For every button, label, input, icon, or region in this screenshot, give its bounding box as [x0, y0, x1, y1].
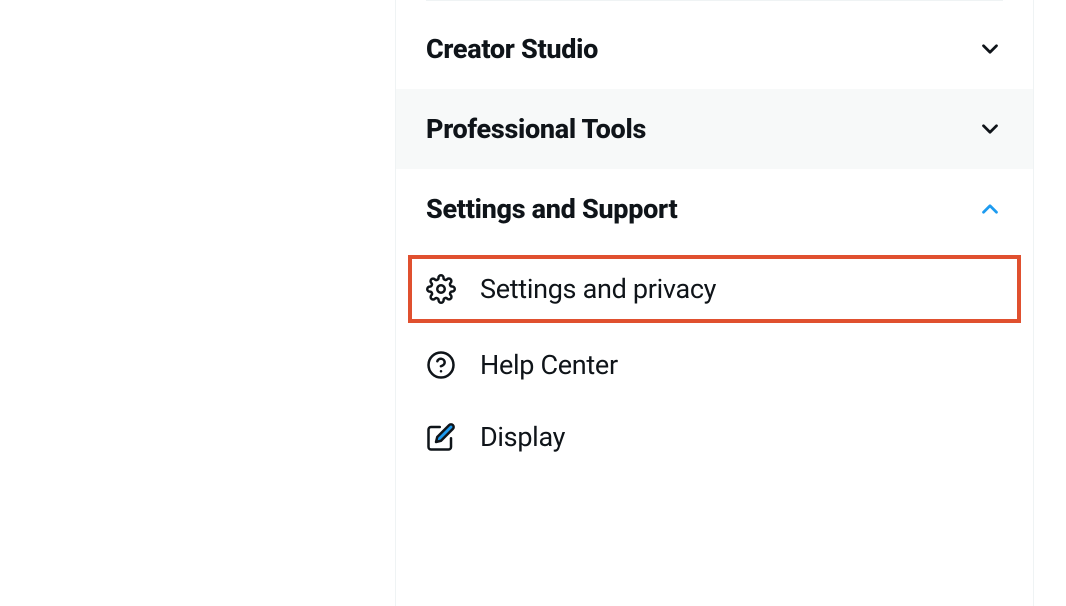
section-title-professional-tools: Professional Tools — [426, 113, 646, 145]
question-icon — [426, 350, 456, 380]
menu-label-display: Display — [480, 421, 565, 453]
menu-item-help-center[interactable]: Help Center — [396, 329, 1033, 401]
section-title-creator-studio: Creator Studio — [426, 33, 598, 65]
gear-icon — [426, 274, 456, 304]
section-title-settings-support: Settings and Support — [426, 193, 677, 225]
settings-menu-panel: Creator Studio Professional Tools Settin… — [395, 0, 1034, 606]
chevron-up-icon — [977, 196, 1003, 222]
menu-label-settings-privacy: Settings and privacy — [480, 273, 716, 305]
divider — [426, 0, 1003, 1]
chevron-down-icon — [977, 36, 1003, 62]
section-creator-studio[interactable]: Creator Studio — [396, 9, 1033, 89]
menu-label-help-center: Help Center — [480, 349, 618, 381]
menu-item-settings-privacy[interactable]: Settings and privacy — [408, 255, 1021, 323]
section-settings-support[interactable]: Settings and Support — [396, 169, 1033, 249]
chevron-down-icon — [977, 116, 1003, 142]
right-empty-space — [1034, 0, 1066, 606]
edit-icon — [426, 422, 456, 452]
left-empty-space — [0, 0, 395, 606]
section-professional-tools[interactable]: Professional Tools — [396, 89, 1033, 169]
menu-item-display[interactable]: Display — [396, 401, 1033, 473]
